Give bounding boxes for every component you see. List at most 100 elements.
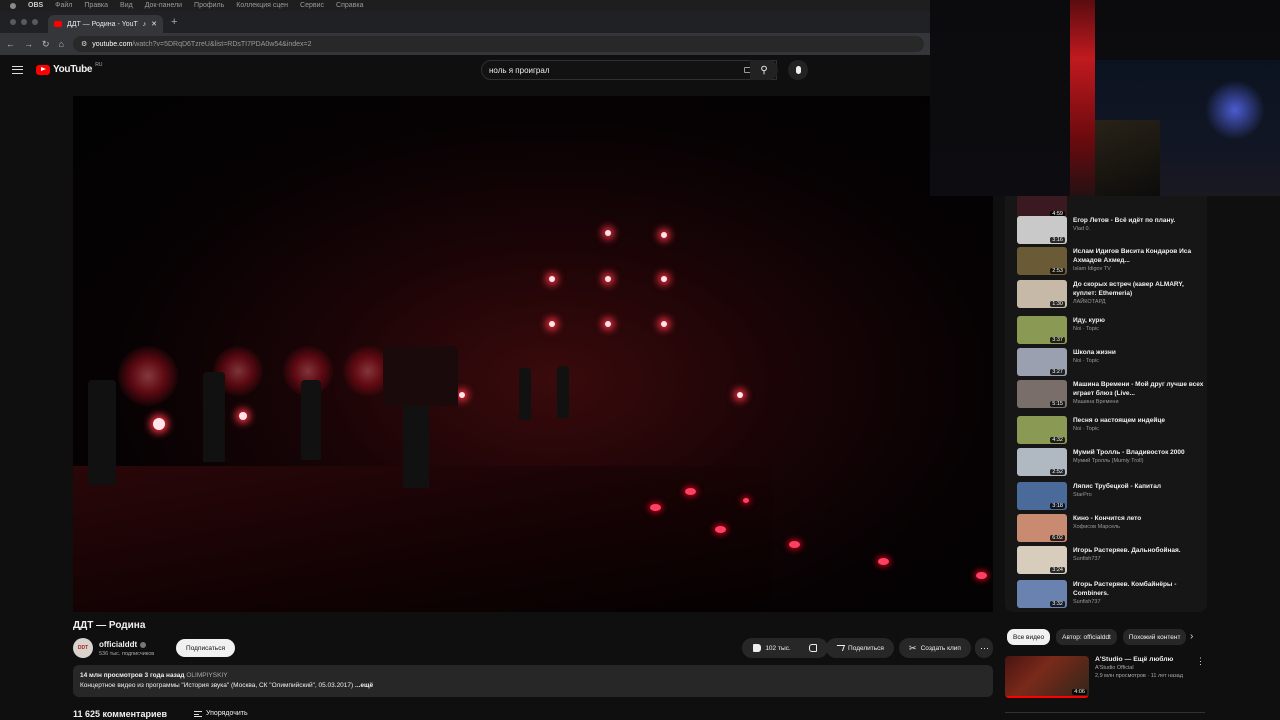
playlist-title[interactable]: Иду, курю	[1073, 316, 1205, 325]
webcam-blue-glow	[1205, 80, 1265, 140]
playlist-title[interactable]: Игорь Растеряев. Комбайнёры - Combiners.	[1073, 580, 1205, 598]
chip-related[interactable]: Похожий контент	[1122, 629, 1187, 645]
channel-name-row[interactable]: officialddt	[99, 640, 147, 649]
playlist-item[interactable]: 3:24 Игорь Растеряев. Дальнобойная. Sunfis…	[1017, 546, 1205, 578]
playlist-item[interactable]: 6:02 Кино - Кончится лето Хофисов Марсель	[1017, 514, 1205, 546]
webcam-overlay	[930, 0, 1280, 196]
back-icon[interactable]: ←	[6, 39, 15, 49]
tab-close-icon[interactable]: ✕	[151, 20, 157, 28]
chip-all-videos[interactable]: Все видео	[1007, 629, 1051, 645]
description-tag[interactable]: OLIMPIYSKIY	[186, 672, 227, 679]
voice-search-button[interactable]	[788, 60, 808, 80]
video-frame-light	[661, 321, 667, 327]
video-frame-crowd-light	[976, 572, 987, 579]
playlist-item[interactable]: 4:32 Песня о настоящем индейце Noi · Topic	[1017, 416, 1205, 448]
playlist-thumbnail[interactable]: 6:02	[1017, 514, 1067, 542]
recommended-title[interactable]: A'Studio — Ещё люблю	[1095, 656, 1183, 663]
playlist-item[interactable]: 3:16 Егор Летов - Всё идёт по плану. Vlad …	[1017, 216, 1205, 248]
playlist-thumbnail[interactable]: 3:16	[1017, 216, 1067, 244]
playlist-title[interactable]: Песня о настоящем индейце	[1073, 416, 1205, 425]
recommended-video[interactable]: 4:06 A'Studio — Ещё люблю A'Studio Offic…	[1005, 656, 1205, 698]
description-box[interactable]: 14 млн просмотров 3 года назад OLIMPIYSK…	[73, 665, 993, 697]
playlist-title[interactable]: Ляпис Трубецкой - Капитал	[1073, 482, 1205, 491]
playlist-item[interactable]: 1:30 До скорых встреч (кавер ALMARY, купл…	[1017, 280, 1205, 312]
playlist-duration: 6:02	[1050, 535, 1065, 541]
youtube-logo[interactable]: YouTube RU	[36, 62, 102, 75]
forward-icon[interactable]: →	[24, 39, 33, 49]
playlist-thumbnail[interactable]: 4:59	[1017, 196, 1067, 218]
home-icon[interactable]: ⌂	[59, 39, 64, 49]
like-count[interactable]: 102 тыс.	[765, 645, 790, 652]
new-tab-icon[interactable]: +	[171, 16, 177, 28]
dislike-icon[interactable]	[808, 644, 817, 652]
playlist-title[interactable]: Школа жизни	[1073, 348, 1205, 357]
share-button[interactable]: Поделиться	[826, 638, 894, 658]
playlist-title[interactable]: Ислам Идигов Висита Кондаров Иса Ахмадов…	[1073, 247, 1205, 265]
menubar-item-help[interactable]: Справка	[336, 2, 363, 9]
playlist-item[interactable]: 3:37 Иду, курю Noi · Topic	[1017, 316, 1205, 348]
playlist-thumbnail[interactable]: 3:32	[1017, 580, 1067, 608]
apple-icon[interactable]	[10, 2, 16, 9]
filter-chips: Все видео Автор: officialddt Похожий кон…	[1007, 629, 1202, 645]
site-info-icon[interactable]: ⚙	[81, 40, 87, 48]
playlist-item[interactable]: 2:52 Мумий Тролль - Владивосток 2000 Мумий…	[1017, 448, 1205, 480]
recommended-channel[interactable]: A'Studio Official	[1095, 665, 1183, 671]
playlist-title[interactable]: Кино - Кончится лето	[1073, 514, 1205, 523]
menubar-item-edit[interactable]: Правка	[84, 2, 108, 9]
menubar-item-file[interactable]: Файл	[55, 2, 72, 9]
video-frame-light	[549, 321, 555, 327]
playlist-item[interactable]: 5:15 Машина Времени - Мой друг лучше всех…	[1017, 380, 1205, 412]
video-player[interactable]	[73, 96, 993, 612]
playlist-item[interactable]: 3:27 Школа жизни Noi · Topic	[1017, 348, 1205, 380]
menubar-item-profile[interactable]: Профиль	[194, 2, 224, 9]
sort-comments-button[interactable]: Упорядочить	[194, 710, 248, 717]
create-clip-button[interactable]: ✂ Создать клип	[899, 638, 971, 658]
playlist-thumbnail[interactable]: 1:30	[1017, 280, 1067, 308]
playlist-thumbnail[interactable]: 5:15	[1017, 380, 1067, 408]
video-frame-crowd-light	[789, 541, 800, 548]
playlist-thumbnail[interactable]: 3:24	[1017, 546, 1067, 574]
menubar-item-scene-collection[interactable]: Коллекция сцен	[236, 2, 288, 9]
search-input[interactable]: ноль я проиграл ✕	[481, 60, 777, 80]
recommended-thumbnail[interactable]: 4:06	[1005, 656, 1089, 698]
address-bar[interactable]: ⚙ youtube.com/watch?v=5DRqD6TzreU&list=R…	[72, 36, 924, 52]
playlist-thumbnail[interactable]: 3:27	[1017, 348, 1067, 376]
zoom-window-icon[interactable]	[32, 19, 38, 25]
like-icon[interactable]	[753, 644, 762, 652]
search-query: ноль я проиграл	[489, 65, 550, 75]
tab-audio-icon[interactable]: ♪	[143, 21, 147, 28]
channel-name[interactable]: officialddt	[99, 640, 137, 649]
playlist-title[interactable]: Мумий Тролль - Владивосток 2000	[1073, 448, 1205, 457]
playlist-title[interactable]: До скорых встреч (кавер ALMARY, куплет: …	[1073, 280, 1205, 298]
playlist-thumbnail[interactable]: 3:37	[1017, 316, 1067, 344]
channel-avatar[interactable]: DDT	[73, 638, 93, 658]
chip-from-channel[interactable]: Автор: officialddt	[1056, 629, 1117, 645]
menubar-app-name[interactable]: OBS	[28, 2, 43, 9]
playlist-thumbnail[interactable]: 2:52	[1017, 448, 1067, 476]
playlist-thumbnail[interactable]: 4:32	[1017, 416, 1067, 444]
minimize-window-icon[interactable]	[21, 19, 27, 25]
playlist-title[interactable]: Егор Летов - Всё идёт по плану.	[1073, 216, 1205, 225]
chevron-right-icon[interactable]: ›	[1190, 631, 1193, 642]
video-frame-light	[549, 276, 555, 282]
menubar-item-view[interactable]: Вид	[120, 2, 133, 9]
playlist-title[interactable]: Игорь Растеряев. Дальнобойная.	[1073, 546, 1205, 555]
hamburger-menu-icon[interactable]	[12, 66, 23, 74]
show-more-link[interactable]: ...ещё	[353, 682, 373, 689]
playlist-item[interactable]: 2:53 Ислам Идигов Висита Кондаров Иса Ахм…	[1017, 247, 1205, 279]
playlist-title[interactable]: Машина Времени - Мой друг лучше всех игр…	[1073, 380, 1205, 398]
more-actions-button[interactable]: ⋯	[975, 638, 993, 658]
playlist-item[interactable]: 3:18 Ляпис Трубецкой - Капитал StarPro	[1017, 482, 1205, 514]
menubar-item-tools[interactable]: Сервис	[300, 2, 324, 9]
video-frame-light	[661, 232, 667, 238]
playlist-thumbnail[interactable]: 2:53	[1017, 247, 1067, 275]
close-window-icon[interactable]	[10, 19, 16, 25]
menubar-item-docks[interactable]: Док-панели	[145, 2, 182, 9]
subscribe-button[interactable]: Подписаться	[176, 639, 235, 657]
browser-tab-active[interactable]: ДДТ — Родина - YouTube ♪ ✕	[48, 15, 163, 33]
recommendation-menu-icon[interactable]: ⋮	[1196, 656, 1205, 667]
reload-icon[interactable]: ↻	[42, 39, 50, 50]
playlist-thumbnail[interactable]: 3:18	[1017, 482, 1067, 510]
playlist-item[interactable]: 3:32 Игорь Растеряев. Комбайнёры - Combin…	[1017, 580, 1205, 612]
search-button[interactable]: ⚲	[750, 60, 778, 80]
